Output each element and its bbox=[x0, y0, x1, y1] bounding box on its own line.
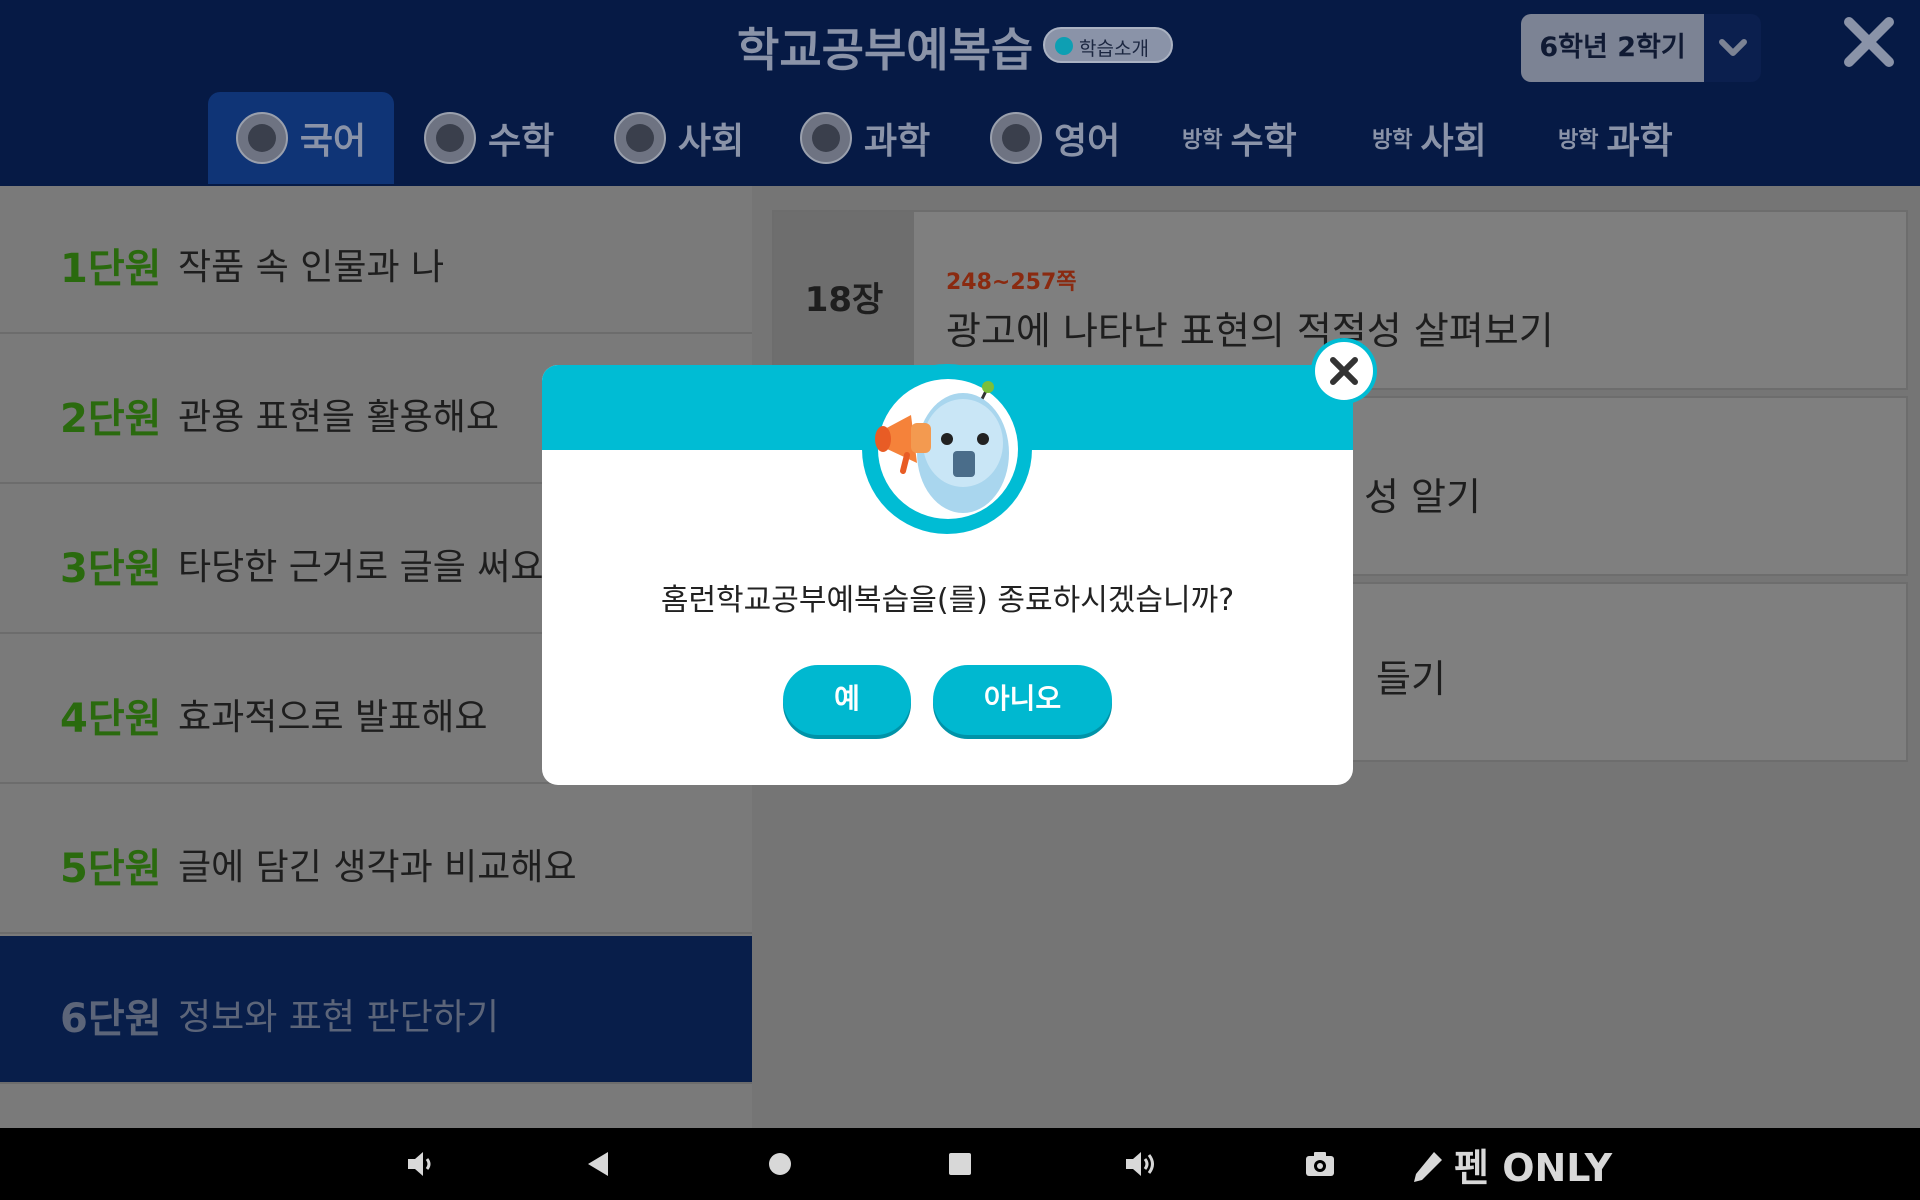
robot-megaphone-mascot-icon bbox=[875, 381, 1009, 513]
home-icon[interactable] bbox=[760, 1144, 800, 1184]
dialog-message: 홈런학교공부예복습을(를) 종료하시겠습니까? bbox=[660, 583, 1235, 618]
exit-confirm-dialog: 홈런학교공부예복습을(를) 종료하시겠습니까? 예 아니오 bbox=[542, 342, 1373, 785]
pen-only-label: 펜 ONLY bbox=[1454, 1145, 1613, 1190]
volume-up-icon[interactable] bbox=[1120, 1144, 1160, 1184]
dialog-close-button[interactable] bbox=[1315, 342, 1373, 400]
system-nav-bar: 펜 ONLY bbox=[0, 1128, 1920, 1200]
volume-down-icon[interactable] bbox=[400, 1144, 440, 1184]
pen-only-button[interactable]: 펜 ONLY bbox=[1408, 1140, 1612, 1190]
back-icon[interactable] bbox=[580, 1144, 620, 1184]
recents-icon[interactable] bbox=[940, 1144, 980, 1184]
no-button[interactable]: 아니오 bbox=[933, 665, 1112, 735]
close-icon bbox=[1330, 357, 1358, 385]
modal-overlay: 홈런학교공부예복습을(를) 종료하시겠습니까? 예 아니오 bbox=[0, 0, 1920, 1200]
camera-icon[interactable] bbox=[1300, 1144, 1340, 1184]
yes-button[interactable]: 예 bbox=[783, 665, 911, 735]
pen-icon bbox=[1414, 1152, 1442, 1182]
